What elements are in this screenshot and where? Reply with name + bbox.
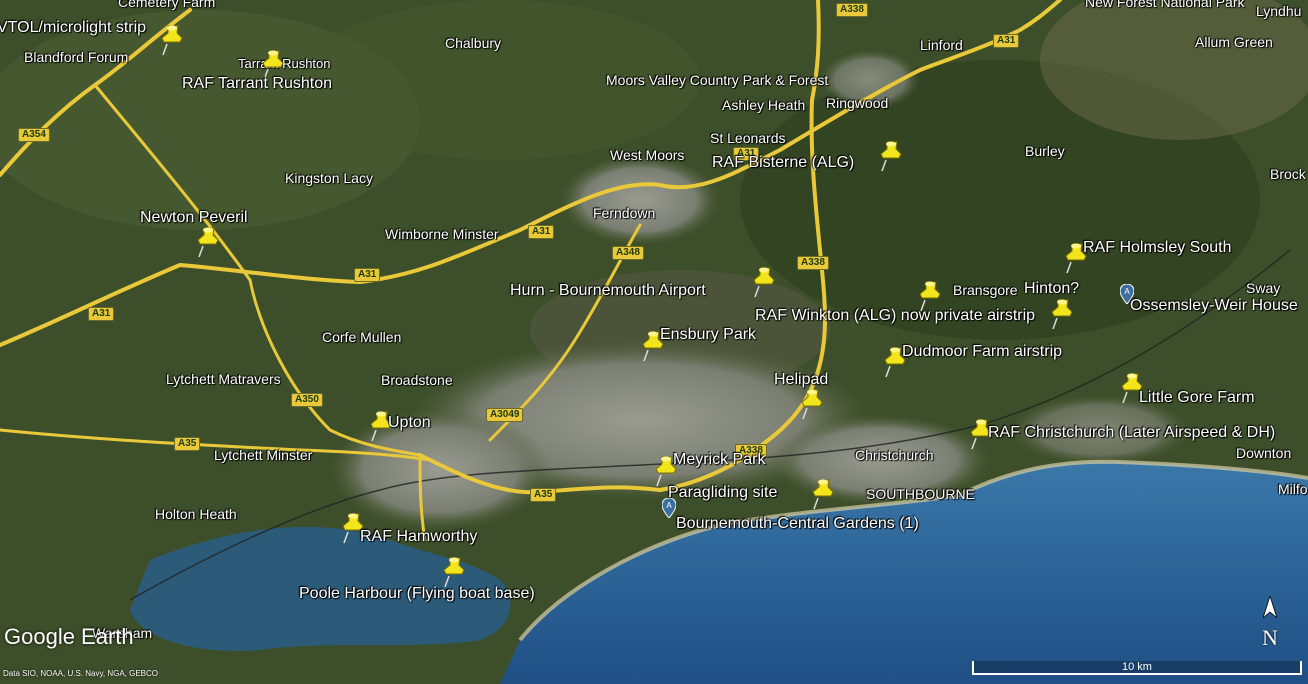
pushpin-icon[interactable] (196, 226, 222, 258)
place-lytchett-minster: Lytchett Minster (214, 447, 313, 463)
place-sway: Sway (1246, 280, 1281, 296)
road-shield: A338 (797, 256, 829, 270)
road-shield: A348 (612, 246, 644, 260)
place-kingston-lacy: Kingston Lacy (285, 170, 373, 186)
place-chalbury: Chalbury (445, 35, 502, 51)
scale-label: 10 km (1122, 661, 1152, 673)
place-broadstone: Broadstone (381, 372, 453, 388)
road-shield: A35 (174, 437, 201, 451)
place-bransgore: Bransgore (953, 282, 1018, 298)
marker-label[interactable]: Little Gore Farm (1139, 389, 1255, 407)
marker-label[interactable]: RAF Hamworthy (360, 528, 477, 546)
place-burley: Burley (1025, 143, 1065, 159)
place-cemetery-farm: Cemetery Farm (118, 0, 216, 10)
place-st-leonards: St Leonards (710, 130, 786, 146)
place-downton: Downton (1236, 445, 1292, 461)
compass-letter: N (1262, 625, 1278, 650)
pushpin-icon[interactable] (879, 140, 905, 172)
place-moors-valley: Moors Valley Country Park & Forest (606, 72, 829, 88)
place-holton-heath: Holton Heath (155, 506, 237, 522)
marker-label[interactable]: Newton Peveril (140, 209, 248, 227)
place-blandford-forum: Blandford Forum (24, 49, 129, 65)
marker-label[interactable]: RAF Tarrant Rushton (182, 75, 332, 93)
marker-label[interactable]: RAF Christchurch (Later Airspeed & DH) (988, 424, 1275, 442)
marker-label[interactable]: Upton (388, 414, 431, 432)
place-ringwood: Ringwood (826, 95, 889, 111)
marker-label[interactable]: RAF Winkton (ALG) now private airstrip (755, 307, 1035, 325)
road-shield: A31 (88, 307, 115, 321)
road-shield: A31 (993, 34, 1020, 48)
place-ashley-heath: Ashley Heath (722, 97, 806, 113)
place-lytchett-matravers: Lytchett Matravers (166, 371, 281, 387)
road-shield: A338 (836, 3, 868, 17)
road-shield: A35 (530, 488, 557, 502)
place-ferndown: Ferndown (593, 205, 656, 221)
place-linford: Linford (920, 37, 963, 53)
marker-label[interactable]: Ossemsley-Weir House (1130, 297, 1298, 315)
road-shield: A350 (291, 393, 323, 407)
road-shield: A31 (528, 225, 555, 239)
road-shield: A3049 (486, 408, 524, 422)
place-milford: Milfo (1278, 481, 1308, 497)
north-arrow-icon (1262, 594, 1278, 620)
svg-text:A: A (1124, 287, 1130, 296)
marker-label[interactable]: Poole Harbour (Flying boat base) (299, 585, 535, 603)
place-southbourne: SOUTHBOURNE (866, 486, 975, 502)
marker-label[interactable]: Bournemouth-Central Gardens (1) (676, 515, 919, 533)
place-west-moors: West Moors (610, 147, 685, 163)
marker-label[interactable]: RAF Holmsley South (1083, 239, 1232, 257)
pushpin-icon[interactable] (160, 24, 186, 56)
pushpin-icon[interactable] (442, 556, 468, 588)
marker-label[interactable]: Dudmoor Farm airstrip (902, 343, 1062, 361)
pushpin-icon[interactable] (752, 266, 778, 298)
pushpin-icon[interactable] (800, 388, 826, 420)
road-shield: A354 (18, 128, 50, 142)
google-earth-logo: Google Earth (4, 624, 134, 649)
marker-label[interactable]: RAF Bisterne (ALG) (712, 154, 854, 172)
map-view[interactable]: Cemetery Farm Blandford Forum Tarrant Ru… (0, 0, 1308, 684)
scale-bar: 10 km (972, 661, 1302, 675)
pushpin-icon[interactable] (1050, 298, 1076, 330)
marker-label[interactable]: Meyrick Park (673, 451, 765, 469)
marker-label[interactable]: Hurn - Bournemouth Airport (510, 282, 706, 300)
place-wimborne-minster: Wimborne Minster (385, 226, 499, 242)
place-brock: Brock (1270, 166, 1306, 182)
marker-label[interactable]: Helipad (774, 371, 828, 389)
place-christchurch: Christchurch (855, 447, 934, 463)
road-shield: A31 (354, 268, 381, 282)
imagery-credits: Data SIO, NOAA, U.S. Navy, NGA, GEBCO (3, 669, 158, 678)
marker-label[interactable]: Ensbury Park (660, 326, 756, 344)
place-new-forest-park: New Forest National Park (1085, 0, 1245, 10)
place-lyndhurst: Lyndhu (1256, 3, 1302, 19)
place-allum-green: Allum Green (1195, 34, 1273, 50)
place-corfe-mullen: Corfe Mullen (322, 329, 402, 345)
svg-text:A: A (666, 501, 672, 510)
marker-label[interactable]: VTOL/microlight strip (0, 19, 146, 37)
pushpin-icon[interactable] (811, 478, 837, 510)
marker-label[interactable]: Paragliding site (668, 484, 777, 502)
compass-control[interactable]: N (1256, 594, 1284, 656)
marker-label[interactable]: Hinton? (1024, 280, 1079, 298)
